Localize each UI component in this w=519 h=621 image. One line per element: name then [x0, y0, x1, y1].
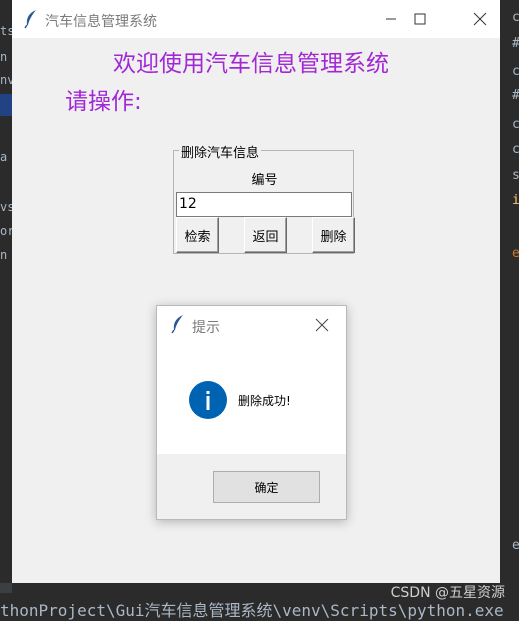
- dialog-footer: 确定: [157, 454, 346, 519]
- ide-text-fragment: a: [0, 150, 8, 164]
- search-button[interactable]: 检索: [176, 217, 219, 253]
- id-field-label: 编号: [251, 173, 278, 188]
- ide-text-fragment: nv: [0, 73, 12, 87]
- minimize-icon: [386, 18, 396, 20]
- ide-text-fragment: c: [512, 64, 519, 79]
- feather-icon: [170, 314, 186, 338]
- maximize-button[interactable]: [398, 0, 442, 38]
- ide-text-fragment: n: [0, 248, 8, 262]
- ide-editor-left-fragment: ts n nv a vs or n: [0, 0, 12, 611]
- ok-button[interactable]: 确定: [213, 471, 320, 503]
- window-title: 汽车信息管理系统: [45, 14, 157, 30]
- welcome-heading: 欢迎使用汽车信息管理系统: [113, 51, 389, 77]
- ide-text-fragment: i: [512, 193, 519, 208]
- close-icon: [473, 12, 487, 26]
- dialog-title: 提示: [192, 320, 220, 336]
- delete-car-group: 删除汽车信息 编号 12 检索 返回 删除: [173, 142, 355, 254]
- ide-text-fragment: n: [0, 50, 8, 64]
- feather-icon: [23, 9, 39, 33]
- dialog-close-button[interactable]: [315, 317, 329, 336]
- close-icon: [315, 318, 329, 332]
- ide-text-fragment: ts: [0, 24, 12, 38]
- ide-text-fragment: c: [512, 117, 519, 132]
- close-button[interactable]: [458, 0, 502, 38]
- ide-text-fragment: vs: [0, 200, 12, 214]
- info-icon: [189, 381, 227, 419]
- ide-text-fragment: s: [512, 168, 519, 183]
- group-title: 删除汽车信息: [179, 142, 262, 161]
- info-dialog: 提示 删除成功! 确定: [156, 305, 347, 520]
- watermark: CSDN @五星资源: [390, 585, 505, 601]
- title-bar[interactable]: 汽车信息管理系统: [12, 0, 500, 38]
- maximize-icon: [414, 13, 426, 25]
- id-input[interactable]: 12: [176, 192, 352, 217]
- back-button[interactable]: 返回: [244, 217, 287, 253]
- ide-editor-right-fragment: c # c # c c s i e e: [500, 0, 519, 611]
- ide-text-fragment: e: [512, 246, 519, 261]
- dialog-message: 删除成功!: [238, 394, 291, 408]
- ide-line-highlight: [0, 94, 12, 116]
- ide-text-fragment: #: [512, 36, 519, 51]
- ide-text-fragment: e: [512, 538, 519, 553]
- prompt-label: 请操作:: [65, 89, 142, 115]
- ide-text-fragment: #: [512, 88, 519, 103]
- ide-text-fragment: c: [512, 142, 519, 157]
- delete-button[interactable]: 删除: [312, 217, 355, 253]
- ide-text-fragment: c: [512, 10, 519, 25]
- ide-text-fragment: or: [0, 224, 12, 238]
- ide-scrollbar[interactable]: [0, 583, 12, 593]
